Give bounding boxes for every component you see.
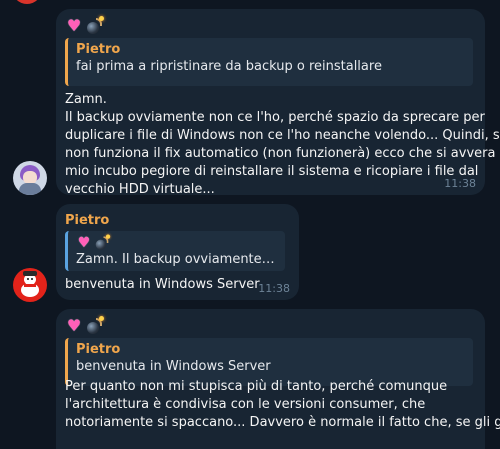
message-text: Zamn. Il backup ovviamente non ce l'ho, … <box>65 91 500 199</box>
avatar[interactable] <box>13 268 47 302</box>
message-line: Il backup ovviamente non ce l'ho, perché… <box>65 110 485 125</box>
reply-sender-name: Pietro <box>76 42 121 57</box>
message-line: mio incubo pegiore di reinstallare il si… <box>65 164 479 179</box>
message-bubble[interactable]: ♥ Pietro benvenuta in Windows Server Per… <box>56 309 500 449</box>
message-bubble[interactable]: Pietro ♥ Zamn. Il backup ovviamente no..… <box>56 204 299 300</box>
message-timestamp: 11:38 <box>258 282 290 295</box>
reply-text: fai prima a ripristinare da backup o rei… <box>76 59 382 74</box>
message-timestamp: 11:38 <box>444 177 476 190</box>
message-bubble[interactable]: ♥ Pietro fai prima a ripristinare da bac… <box>56 9 500 197</box>
reply-text: Zamn. Il backup ovviamente no... <box>76 252 277 267</box>
sparkling-heart-icon: ♥ <box>66 316 82 335</box>
message-line: notoriamente si spaccano... Davvero è no… <box>65 415 500 430</box>
message-line: Per quanto non mi stupisca più di tanto,… <box>65 379 448 394</box>
sparkling-heart-icon: ♥ <box>66 16 82 35</box>
reply-quote[interactable]: ♥ Zamn. Il backup ovviamente no... <box>65 231 285 271</box>
reply-sender-name: Pietro <box>76 342 121 357</box>
message-text: Per quanto non mi stupisca più di tanto,… <box>65 378 500 432</box>
sender-name[interactable]: Pietro <box>65 213 109 228</box>
bomb-icon <box>85 16 104 35</box>
message-line: duplicare i file di Windows non ce l'ho … <box>65 128 500 143</box>
bomb-icon <box>85 316 104 335</box>
reaction-row: ♥ <box>65 316 104 336</box>
avatar[interactable] <box>12 0 42 4</box>
reply-quote[interactable]: Pietro fai prima a ripristinare da backu… <box>65 38 473 86</box>
message-line: l'architettura è condivisa con le versio… <box>65 397 426 412</box>
message-line: vecchio HDD virtuale... <box>65 182 215 197</box>
reply-sticker-row: ♥ <box>76 234 277 251</box>
reaction-row: ♥ <box>65 16 104 36</box>
sparkling-heart-icon: ♥ <box>77 234 91 251</box>
avatar[interactable] <box>13 161 47 195</box>
bomb-icon <box>94 234 111 250</box>
message-text: benvenuta in Windows Server <box>65 277 260 292</box>
reply-text: benvenuta in Windows Server <box>76 359 271 374</box>
message-line: non funziona il fix automatico (non funz… <box>65 146 500 161</box>
message-line: Zamn. <box>65 92 107 107</box>
